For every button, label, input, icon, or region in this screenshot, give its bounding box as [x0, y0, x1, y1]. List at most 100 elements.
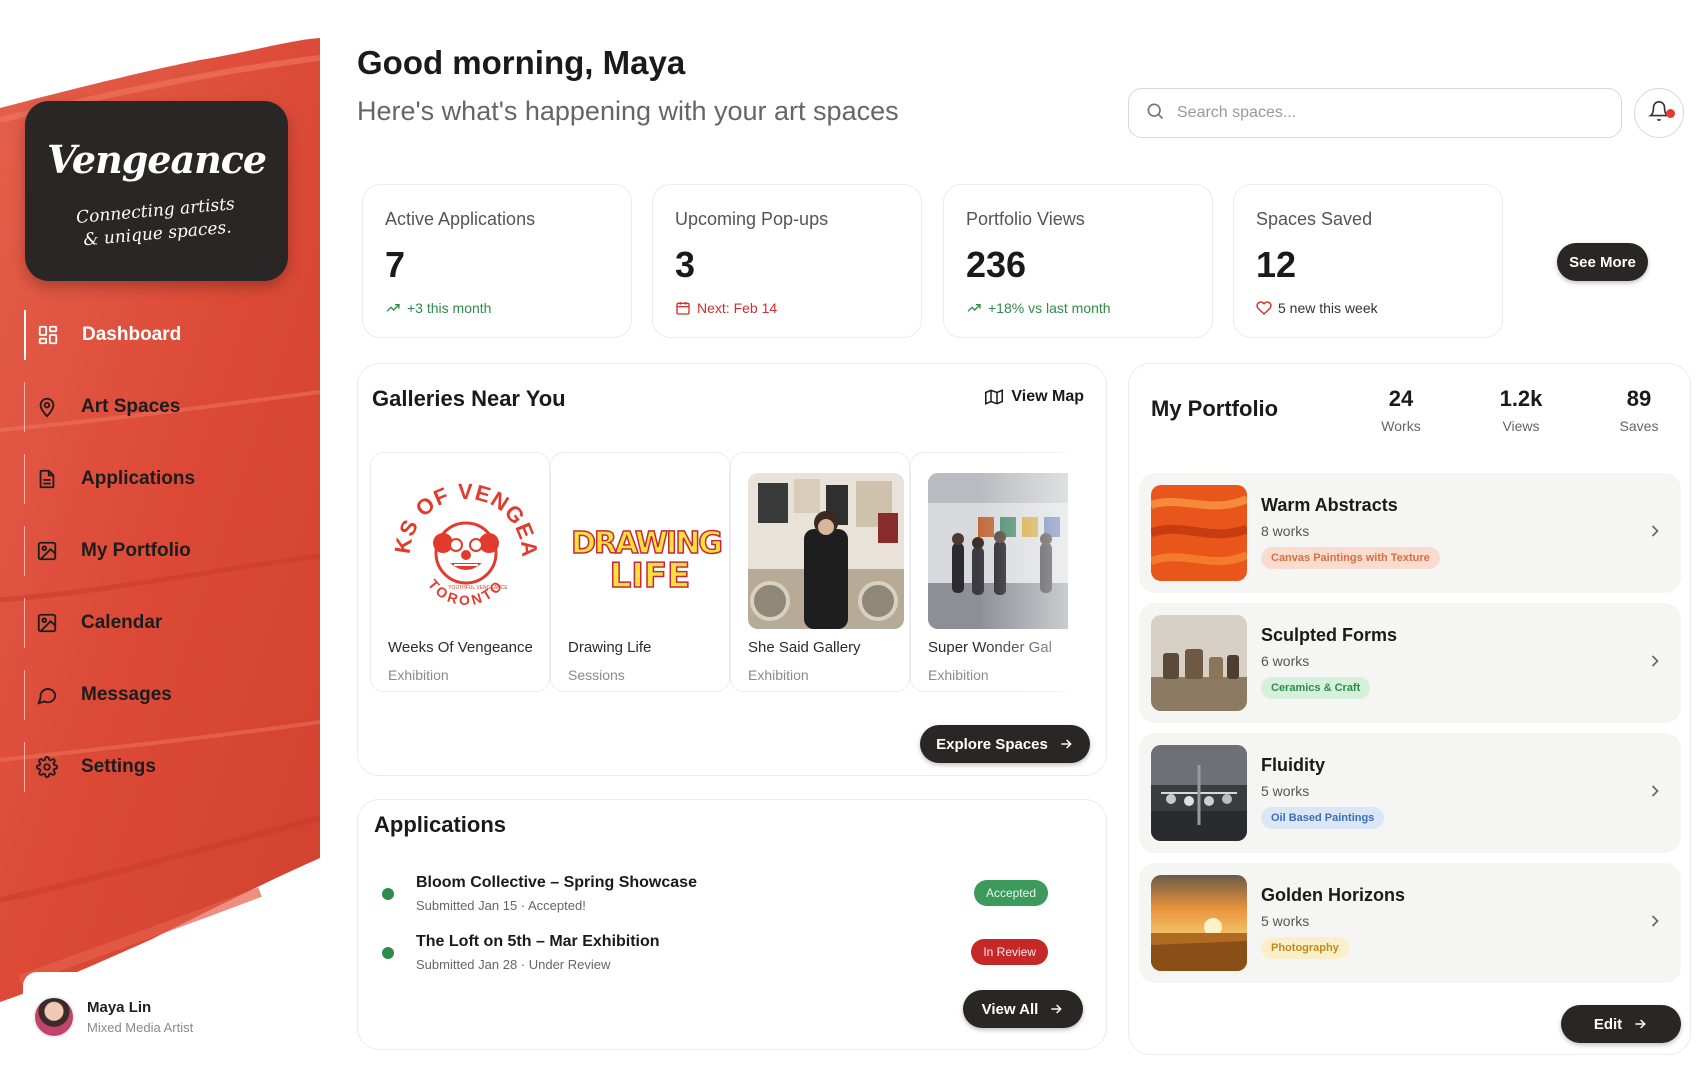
view-all-label: View All	[981, 1000, 1039, 1018]
stat-note: 5 new this week	[1256, 300, 1502, 316]
collection-thumbnail	[1151, 615, 1247, 711]
gallery-card[interactable]: Super Wonder Gal Exhibition	[910, 452, 1068, 692]
stat-card-upcoming-popups[interactable]: Upcoming Pop-ups 3 Next: Feb 14	[652, 184, 922, 338]
sidebar-item-label: Art Spaces	[81, 396, 181, 417]
brand-logo-card[interactable]: Vengeance Connecting artists & unique sp…	[25, 101, 288, 281]
see-more-button[interactable]: See More	[1557, 243, 1648, 281]
explore-spaces-button[interactable]: Explore Spaces	[920, 725, 1090, 763]
gallery-name: Super Wonder Gal	[928, 639, 1052, 656]
application-subtitle: Submitted Jan 28 · Under Review	[416, 957, 611, 972]
application-row[interactable]: The Loft on 5th – Mar Exhibition Submitt…	[382, 933, 1072, 977]
portfolio-stat-works: 24 Works	[1361, 386, 1441, 434]
arrow-right-icon	[1051, 1004, 1063, 1014]
portfolio-collection-item[interactable]: Golden Horizons 5 works Photography	[1139, 863, 1681, 983]
stat-note: +18% vs last month	[966, 300, 1212, 316]
gallery-card[interactable]: She Said Gallery Exhibition	[730, 452, 910, 692]
view-all-button[interactable]: View All	[963, 990, 1083, 1028]
svg-text:YOUTHFUL VENGEANCE: YOUTHFUL VENGEANCE	[448, 585, 508, 591]
avatar[interactable]	[33, 996, 75, 1038]
notifications-button[interactable]	[1634, 88, 1684, 138]
stat-card-spaces-saved[interactable]: Spaces Saved 12 5 new this week	[1233, 184, 1503, 338]
gallery-type: Sessions	[568, 667, 625, 683]
chevron-right-icon	[1651, 525, 1659, 537]
stat-value: 12	[1256, 244, 1297, 285]
portfolio-panel: My Portfolio 24 Works 1.2k Views 89 Save…	[1128, 363, 1691, 1055]
stat-note: +3 this month	[385, 300, 631, 316]
status-badge: In Review	[971, 939, 1048, 965]
gallery-name: She Said Gallery	[748, 639, 861, 656]
status-badge: Accepted	[973, 880, 1048, 906]
stat-value: 236	[966, 244, 1027, 285]
gallery-card[interactable]: WEEKS OF VENGEANCE TORONTO YOUTHFUL VENG…	[370, 452, 550, 692]
gallery-carousel[interactable]: WEEKS OF VENGEANCE TORONTO YOUTHFUL VENG…	[370, 452, 1068, 692]
search-input[interactable]	[1177, 104, 1597, 122]
stat-note-text: 5 new this week	[1278, 300, 1378, 316]
arrow-right-icon	[1061, 739, 1072, 749]
stat-value: 7	[385, 244, 406, 285]
stat-note: Next: Feb 14	[675, 300, 921, 316]
sidebar-item-label: Settings	[81, 756, 156, 777]
sidebar-item-dashboard[interactable]: Dashboard	[24, 310, 294, 360]
status-dot	[382, 888, 394, 900]
collection-count: 5 works	[1261, 783, 1310, 799]
sidebar-item-settings[interactable]: Settings	[24, 742, 294, 792]
sidebar-item-my-portfolio[interactable]: My Portfolio	[24, 526, 294, 576]
brand-name: Vengeance	[46, 137, 267, 182]
view-map-button[interactable]: View Map	[985, 388, 1084, 406]
image-icon	[35, 611, 59, 635]
stat-label: Active Applications	[385, 209, 536, 229]
collection-tag: Photography	[1261, 937, 1349, 959]
gallery-photo-she-said	[748, 473, 904, 629]
gallery-type: Exhibition	[928, 667, 989, 683]
user-name: Maya Lin	[87, 999, 152, 1016]
svg-text:LIFE: LIFE	[610, 556, 691, 596]
sidebar-item-applications[interactable]: Applications	[24, 454, 294, 504]
gallery-type: Exhibition	[748, 667, 809, 683]
edit-portfolio-button[interactable]: Edit	[1561, 1005, 1681, 1043]
stat-value: 3	[675, 244, 696, 285]
applications-panel: Applications Bloom Collective – Spring S…	[357, 799, 1107, 1050]
search-bar[interactable]	[1128, 88, 1622, 138]
stat-label: Spaces Saved	[1256, 209, 1373, 229]
portfolio-stat-value: 24	[1388, 386, 1414, 411]
portfolio-stat-label: Works	[1381, 418, 1421, 434]
application-row[interactable]: Bloom Collective – Spring Showcase Submi…	[382, 874, 1072, 918]
chat-bubble-icon	[35, 683, 59, 707]
heart-icon	[1256, 301, 1272, 316]
calendar-icon	[676, 302, 690, 315]
page-title: Good morning, Maya	[357, 44, 686, 81]
galleries-title: Galleries Near You	[372, 386, 566, 411]
stat-card-active-applications[interactable]: Active Applications 7 +3 this month	[362, 184, 632, 338]
stat-card-portfolio-views[interactable]: Portfolio Views 236 +18% vs last month	[943, 184, 1213, 338]
portfolio-collection-item[interactable]: Fluidity 5 works Oil Based Paintings	[1139, 733, 1681, 853]
applications-title: Applications	[374, 812, 507, 837]
sidebar-item-calendar[interactable]: Calendar	[24, 598, 294, 648]
portfolio-collection-item[interactable]: Sculpted Forms 6 works Ceramics & Craft	[1139, 603, 1681, 723]
stat-label: Upcoming Pop-ups	[675, 209, 829, 229]
user-profile-card[interactable]: Maya Lin Mixed Media Artist	[23, 972, 303, 1062]
portfolio-collection-item[interactable]: Warm Abstracts 8 works Canvas Paintings …	[1139, 473, 1681, 593]
stat-note-text: +3 this month	[407, 300, 492, 316]
sidebar-nav: Dashboard Art Spaces Applications My Por…	[24, 310, 294, 814]
chevron-right-icon	[1651, 915, 1659, 927]
stat-label: Portfolio Views	[966, 209, 1085, 229]
sidebar-item-messages[interactable]: Messages	[24, 670, 294, 720]
explore-spaces-label: Explore Spaces	[936, 735, 1048, 753]
sidebar: Vengeance Connecting artists & unique sp…	[0, 0, 320, 1066]
application-title: Bloom Collective – Spring Showcase	[416, 874, 697, 891]
status-dot	[382, 947, 394, 959]
collection-title: Fluidity	[1261, 755, 1325, 775]
sidebar-item-label: Applications	[81, 468, 196, 489]
collection-thumbnail	[1151, 875, 1247, 971]
portfolio-stat-saves: 89 Saves	[1599, 386, 1679, 434]
collection-thumbnail	[1151, 745, 1247, 841]
gallery-photo-super-wonder	[928, 473, 1068, 629]
sidebar-item-art-spaces[interactable]: Art Spaces	[24, 382, 294, 432]
portfolio-stat-views: 1.2k Views	[1481, 386, 1561, 434]
gallery-logo-drawing-life: DRAWING LIFE	[568, 473, 724, 629]
portfolio-stat-label: Saves	[1619, 418, 1659, 434]
gallery-card[interactable]: DRAWING LIFE Drawing Life Sessions	[550, 452, 730, 692]
gallery-logo-weeks-of-vengeance: WEEKS OF VENGEANCE TORONTO YOUTHFUL VENG…	[388, 473, 544, 629]
user-role: Mixed Media Artist	[87, 1020, 194, 1035]
collection-count: 6 works	[1261, 653, 1310, 669]
